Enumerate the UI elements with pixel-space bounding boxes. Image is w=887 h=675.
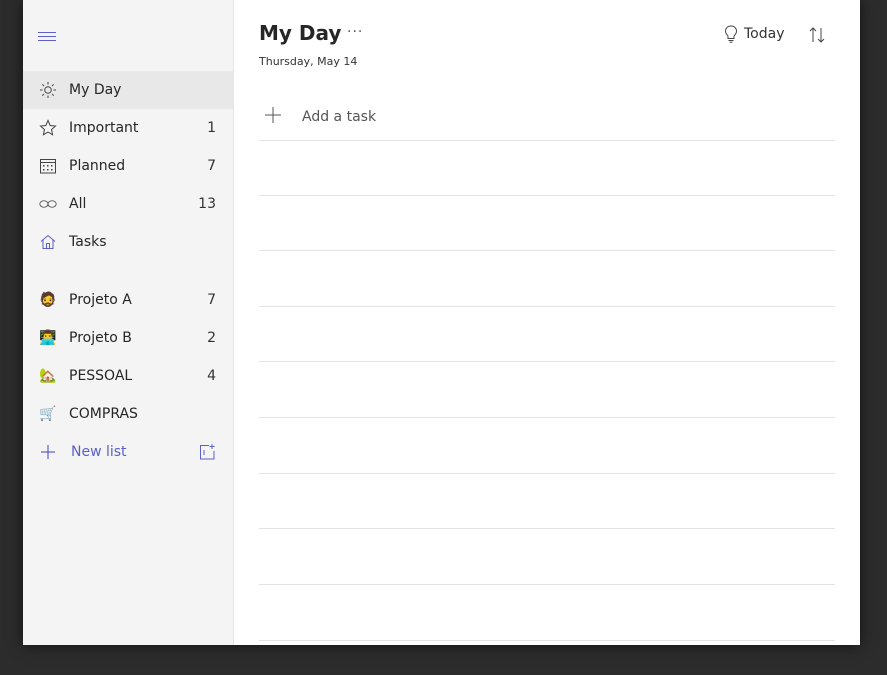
main-content: My Day ··· Thursday, May 14 Today	[234, 0, 860, 645]
sidebar-item-tasks[interactable]: Tasks	[23, 223, 233, 261]
sidebar-item-planned[interactable]: Planned 7	[23, 147, 233, 185]
house-emoji-icon: 🏡	[39, 368, 57, 384]
today-suggestions-button[interactable]: Today	[724, 25, 785, 43]
more-options-button[interactable]: ···	[347, 24, 363, 40]
sidebar-item-all[interactable]: All 13	[23, 185, 233, 223]
sidebar: My Day Important 1 Planned 7 All 13 Task…	[23, 0, 234, 645]
sidebar-nav: My Day Important 1 Planned 7 All 13 Task…	[23, 71, 233, 471]
sidebar-item-label: My Day	[69, 82, 122, 98]
new-list-button[interactable]: New list	[23, 433, 233, 471]
sidebar-list-label: PESSOAL	[69, 368, 133, 384]
add-task-input[interactable]	[302, 108, 702, 125]
sidebar-item-label: All	[69, 196, 87, 212]
current-date: Thursday, May 14	[259, 55, 358, 68]
home-icon	[39, 233, 57, 251]
technologist-emoji-icon: 👨‍💻	[39, 330, 57, 346]
sidebar-list-projeto-b[interactable]: 👨‍💻 Projeto B 2	[23, 319, 233, 357]
shopping-cart-emoji-icon: 🛒	[39, 406, 57, 422]
star-icon	[39, 119, 57, 137]
task-row-divider	[259, 584, 835, 585]
sidebar-item-count: 7	[207, 158, 216, 174]
new-group-icon[interactable]	[198, 443, 216, 461]
sort-icon[interactable]	[808, 26, 826, 48]
sidebar-item-label: Tasks	[69, 234, 107, 250]
page-title: My Day	[259, 21, 342, 45]
task-row-divider	[259, 361, 835, 362]
calendar-icon	[39, 157, 57, 175]
sidebar-item-label: Important	[69, 120, 139, 136]
new-list-label: New list	[71, 444, 127, 460]
today-label: Today	[744, 26, 785, 42]
sidebar-item-label: Planned	[69, 158, 126, 174]
task-row-divider	[259, 195, 835, 196]
add-task-row[interactable]	[259, 93, 835, 141]
sidebar-list-count: 7	[207, 292, 216, 308]
task-row-divider	[259, 250, 835, 251]
sidebar-list-compras[interactable]: 🛒 COMPRAS	[23, 395, 233, 433]
sidebar-list-label: COMPRAS	[69, 406, 138, 422]
sidebar-list-count: 4	[207, 368, 216, 384]
infinity-icon	[39, 195, 57, 213]
hamburger-menu-icon[interactable]	[38, 30, 58, 44]
sidebar-list-label: Projeto A	[69, 292, 132, 308]
sidebar-list-label: Projeto B	[69, 330, 132, 346]
task-row-divider	[259, 473, 835, 474]
task-row-divider	[259, 640, 835, 641]
app-window: My Day Important 1 Planned 7 All 13 Task…	[23, 0, 860, 645]
plus-icon	[264, 106, 282, 128]
sidebar-item-my-day[interactable]: My Day	[23, 71, 233, 109]
sidebar-list-count: 2	[207, 330, 216, 346]
plus-icon	[39, 443, 57, 461]
sidebar-list-projeto-a[interactable]: 🧔 Projeto A 7	[23, 281, 233, 319]
task-row-divider	[259, 306, 835, 307]
lightbulb-icon	[724, 25, 738, 43]
sidebar-list-pessoal[interactable]: 🏡 PESSOAL 4	[23, 357, 233, 395]
bearded-man-emoji-icon: 🧔	[39, 292, 57, 308]
sidebar-item-count: 13	[198, 196, 216, 212]
sidebar-item-important[interactable]: Important 1	[23, 109, 233, 147]
sidebar-item-count: 1	[207, 120, 216, 136]
task-row-divider	[259, 417, 835, 418]
sun-icon	[39, 81, 57, 99]
task-row-divider	[259, 528, 835, 529]
